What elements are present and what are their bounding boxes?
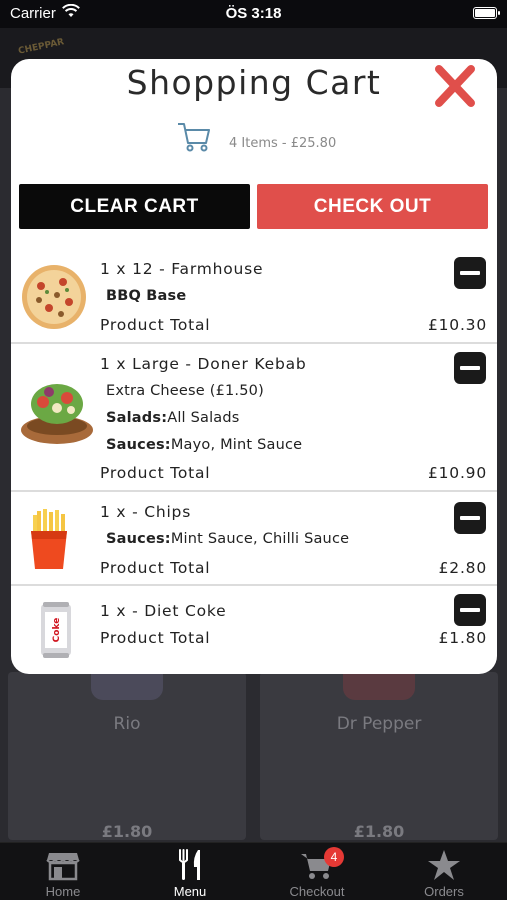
item-title: 1 x 12 - Farmhouse (100, 260, 264, 278)
background-product-card[interactable]: Dr Pepper £1.80 (260, 672, 498, 841)
item-title: 1 x Large - Doner Kebab (100, 355, 307, 373)
background-product-grid: Rio £1.80 Dr Pepper £1.80 (0, 672, 507, 842)
product-total-value: £1.80 (438, 629, 487, 647)
fork-knife-icon (179, 849, 200, 880)
option-label: Sauces: (106, 531, 171, 547)
item-option: Sauces:Mayo, Mint Sauce (106, 437, 302, 453)
option-value: All Salads (167, 410, 240, 426)
background-product-card[interactable]: Rio £1.80 (8, 672, 246, 841)
item-title: 1 x - Diet Coke (100, 602, 227, 620)
cart-summary-text: 4 Items - £25.80 (229, 136, 337, 151)
drink-image (91, 674, 163, 700)
remove-item-button[interactable] (454, 502, 486, 534)
battery-icon (473, 7, 500, 19)
checkout-badge: 4 (324, 847, 344, 867)
tab-label: Checkout (289, 884, 345, 899)
product-total-value: £10.90 (427, 464, 487, 482)
option-value: Mayo, Mint Sauce (170, 437, 303, 453)
tab-label: Home (45, 884, 81, 899)
kebab-icon (21, 384, 93, 444)
tab-label: Orders (424, 884, 464, 899)
item-option: BBQ Base (106, 288, 186, 304)
option-value: Mint Sauce, Chilli Sauce (170, 531, 350, 547)
product-price: £1.80 (353, 822, 405, 841)
option-value: BBQ Base (106, 288, 187, 304)
product-total-value: £10.30 (427, 316, 487, 334)
tab-label: Menu (173, 884, 207, 899)
remove-item-button[interactable] (454, 594, 486, 626)
status-bar: Carrier ÖS 3:18 (0, 0, 507, 28)
drink-image (343, 674, 415, 700)
product-total-label: Product Total (100, 559, 211, 577)
tab-menu[interactable]: Menu (127, 843, 253, 900)
option-label: Sauces: (106, 437, 171, 453)
cart-item: Coke 1 x - Diet Coke Product Total £1.80 (11, 586, 497, 674)
clear-cart-button[interactable]: CLEAR CART (19, 184, 250, 229)
option-value: Extra Cheese (£1.50) (106, 383, 264, 399)
cart-summary: 4 Items - £25.80 (11, 119, 497, 155)
shopping-cart-modal: Shopping Cart 4 Items - £25.80 CLEAR CAR… (11, 59, 497, 674)
product-name: Rio (113, 714, 141, 734)
fries-icon (31, 509, 67, 569)
option-label: Salads: (106, 410, 168, 426)
store-icon (46, 853, 80, 881)
can-label: Coke (52, 618, 62, 643)
soda-can-icon: Coke (41, 602, 71, 658)
close-icon[interactable] (431, 63, 479, 109)
product-total-value: £2.80 (438, 559, 487, 577)
tab-orders[interactable]: Orders (381, 843, 507, 900)
product-total-label: Product Total (100, 629, 211, 647)
checkout-button[interactable]: CHECK OUT (257, 184, 488, 229)
item-title: 1 x - Chips (100, 503, 192, 521)
star-icon (428, 850, 460, 880)
cart-icon (178, 123, 210, 152)
item-option: Salads:All Salads (106, 410, 240, 426)
clock: ÖS 3:18 (225, 5, 282, 22)
item-option: Sauces:Mint Sauce, Chilli Sauce (106, 531, 349, 547)
cart-item: 1 x - Chips Sauces:Mint Sauce, Chilli Sa… (11, 492, 497, 586)
cart-item: 1 x Large - Doner Kebab Extra Cheese (£1… (11, 344, 497, 492)
item-option: Extra Cheese (£1.50) (106, 383, 264, 399)
modal-title: Shopping Cart (126, 63, 382, 102)
product-price: £1.80 (101, 822, 153, 841)
cart-item: 1 x 12 - Farmhouse BBQ Base Product Tota… (11, 247, 497, 344)
product-total-label: Product Total (100, 316, 211, 334)
tab-home[interactable]: Home (0, 843, 126, 900)
remove-item-button[interactable] (454, 257, 486, 289)
product-name: Dr Pepper (336, 714, 422, 734)
tab-checkout[interactable]: 4 Checkout (254, 843, 380, 900)
remove-item-button[interactable] (454, 352, 486, 384)
tab-bar: Home Menu 4 Checkout Orders (0, 842, 507, 900)
product-total-label: Product Total (100, 464, 211, 482)
pizza-icon (22, 265, 86, 329)
